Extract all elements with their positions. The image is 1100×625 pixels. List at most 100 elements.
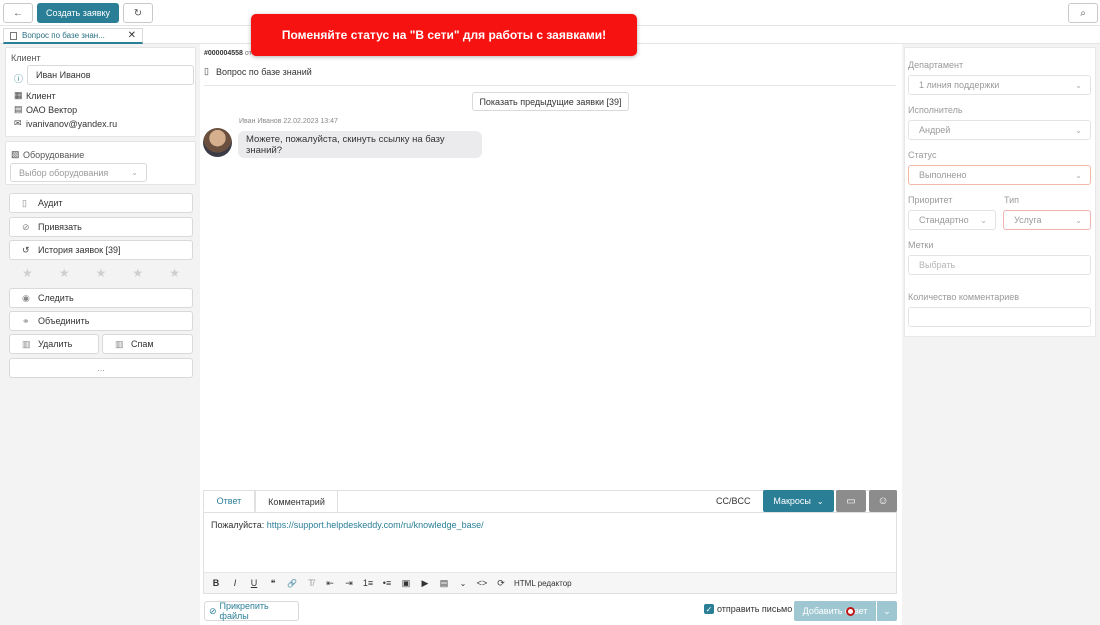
type-label: Тип: [1004, 195, 1020, 205]
follow-button[interactable]: ◉ Следить: [9, 288, 193, 308]
equipment-panel: ▧ Оборудование Выбор оборудования ⌄: [5, 141, 196, 185]
building-icon: ▦: [14, 90, 23, 100]
send-mail-label: отправить письмо: [717, 604, 793, 614]
refresh-button[interactable]: ↻: [123, 3, 153, 23]
star-icon[interactable]: ★: [22, 266, 33, 282]
equipment-placeholder: Выбор оборудования: [19, 167, 109, 178]
delete-button[interactable]: ▥ Удалить: [9, 334, 99, 354]
template-icon[interactable]: ▤: [438, 578, 450, 589]
priority-select[interactable]: Стандартно ⌄: [908, 210, 996, 230]
merge-button[interactable]: ⚭ Объединить: [9, 311, 193, 331]
info-icon: ⓘ: [14, 73, 24, 84]
star-icon[interactable]: ★: [169, 266, 180, 282]
document-icon: ▯: [204, 66, 209, 76]
client-heading: Клиент: [11, 53, 41, 63]
client-type-row: ▦ Клиент: [14, 90, 56, 101]
italic-icon[interactable]: I: [229, 578, 241, 588]
ordered-list-icon[interactable]: 1≡: [362, 578, 374, 588]
tab-ticket[interactable]: Вопрос по базе знан... ✕: [3, 28, 143, 44]
department-select[interactable]: 1 линия поддержки ⌄: [908, 75, 1091, 95]
client-email[interactable]: ivanivanov@yandex.ru: [26, 119, 117, 129]
tab-reply[interactable]: Ответ: [203, 490, 255, 512]
bullet-list-icon[interactable]: •≡: [381, 578, 393, 588]
smile-icon: ☺: [877, 495, 889, 507]
star-icon[interactable]: ★: [96, 266, 107, 282]
more-button[interactable]: ...: [9, 358, 193, 378]
image-icon[interactable]: ▣: [400, 578, 412, 589]
mail-icon: ✉: [14, 118, 22, 128]
code-icon[interactable]: <>: [476, 578, 488, 588]
underline-icon[interactable]: U: [248, 578, 260, 588]
priority-label: Приоритет: [908, 195, 953, 205]
equipment-icon: ▧: [11, 149, 20, 159]
link-icon[interactable]: 🔗: [286, 579, 298, 588]
assignee-label: Исполнитель: [908, 105, 963, 115]
macros-button[interactable]: Макросы ⌄: [763, 490, 834, 512]
merge-label: Объединить: [38, 316, 90, 326]
spam-button[interactable]: ▥ Спам: [102, 334, 193, 354]
spam-icon: ▥: [115, 338, 124, 349]
chevron-down-icon: ⌄: [1075, 170, 1082, 180]
create-ticket-button[interactable]: Создать заявку: [37, 3, 119, 23]
tab-comment[interactable]: Комментарий: [255, 490, 338, 512]
search-button[interactable]: ⌕: [1068, 3, 1098, 23]
link-label: Привязать: [38, 222, 82, 232]
status-warning-banner: Поменяйте статус на "В сети" для работы …: [251, 14, 637, 56]
audit-button[interactable]: ▯ Аудит: [9, 193, 193, 213]
comments-count-field[interactable]: [908, 307, 1091, 327]
rating-stars[interactable]: ★ ★ ★ ★ ★: [9, 266, 193, 282]
type-select[interactable]: Услуга ⌄: [1003, 210, 1091, 230]
html-editor-button[interactable]: HTML редактор: [514, 579, 572, 588]
assignee-select[interactable]: Андрей ⌄: [908, 120, 1091, 140]
link-button[interactable]: ⊘ Привязать: [9, 217, 193, 237]
ticket-id: #000004558: [204, 50, 243, 57]
editor-toolbar: B I U ❝ 🔗 T̸ ⇤ ⇥ 1≡ •≡ ▣ ▶ ▤ ⌄ <> ⟳ HTML…: [204, 572, 896, 593]
eye-icon: ◉: [22, 292, 30, 303]
ticket-subject-row: ▯ Вопрос по базе знаний: [204, 66, 312, 77]
tab-title: Вопрос по базе знан...: [22, 31, 105, 40]
department-label: Департамент: [908, 60, 964, 70]
close-icon[interactable]: ✕: [128, 30, 136, 41]
priority-value: Стандартно: [919, 215, 969, 225]
status-label: Статус: [908, 150, 937, 160]
star-icon[interactable]: ★: [59, 266, 70, 282]
equipment-select[interactable]: Выбор оборудования ⌄: [10, 163, 147, 182]
star-icon[interactable]: ★: [132, 266, 143, 282]
knowledge-base-button[interactable]: ▭: [836, 490, 866, 512]
status-select[interactable]: Выполнено ⌄: [908, 165, 1091, 185]
cc-bcc-link[interactable]: CC/BCC: [716, 496, 751, 506]
type-value: Услуга: [1014, 215, 1042, 225]
checkbox-checked-icon[interactable]: ✓: [704, 604, 714, 614]
client-info-row: ⓘ: [14, 70, 26, 86]
attach-label: Прикрепить файлы: [219, 601, 269, 621]
outdent-icon[interactable]: ⇤: [324, 578, 336, 589]
client-company: ОАО Вектор: [26, 104, 78, 115]
ticket-history-button[interactable]: ↺ История заявок [39]: [9, 240, 193, 260]
link-icon: ⊘: [22, 221, 30, 232]
emoji-button[interactable]: ☺: [869, 490, 897, 512]
tags-select[interactable]: Выбрать: [908, 255, 1091, 275]
reply-link[interactable]: https://support.helpdeskeddy.com/ru/know…: [267, 520, 484, 530]
chevron-down-icon: ⌄: [1075, 215, 1082, 225]
not-allowed-cursor-icon: [846, 607, 855, 616]
chevron-down-icon: ⌄: [980, 215, 987, 225]
macros-label: Макросы: [773, 496, 811, 506]
video-icon[interactable]: ▶: [419, 578, 431, 589]
chevron-down-icon[interactable]: ⌄: [457, 579, 469, 588]
indent-icon[interactable]: ⇥: [343, 578, 355, 589]
reply-editor[interactable]: Пожалуйста: https://support.helpdeskeddy…: [211, 520, 484, 530]
bold-icon[interactable]: B: [210, 578, 222, 588]
clear-format-icon[interactable]: T̸: [305, 578, 317, 588]
send-mail-checkbox-row[interactable]: ✓ отправить письмо: [704, 604, 792, 614]
message-bubble: Можете, пожалуйста, скинуть ссылку на ба…: [238, 131, 482, 158]
client-name-field[interactable]: Иван Иванов: [27, 65, 194, 85]
attach-files-button[interactable]: ⊘ Прикрепить файлы: [204, 601, 299, 621]
chevron-down-icon[interactable]: ⌄: [876, 601, 897, 621]
arrow-left-icon: ←: [13, 7, 23, 19]
status-value: Выполнено: [919, 170, 967, 180]
quote-icon[interactable]: ❝: [267, 578, 279, 589]
back-button[interactable]: ←: [3, 3, 33, 23]
follow-label: Следить: [38, 293, 74, 303]
message-text: Можете, пожалуйста, скинуть ссылку на ба…: [246, 133, 445, 156]
show-previous-tickets-button[interactable]: Показать предыдущие заявки [39]: [472, 92, 629, 111]
